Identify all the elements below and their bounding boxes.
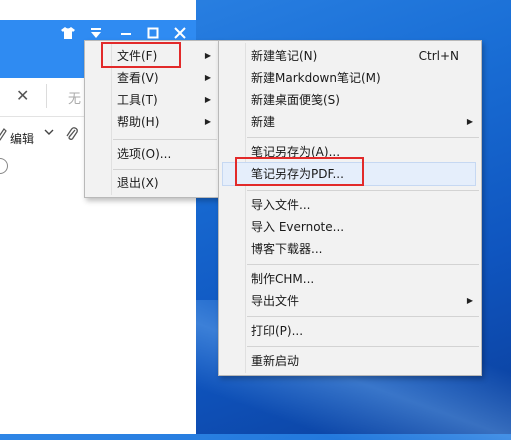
menu-item-make-chm[interactable]: 制作CHM...	[219, 268, 481, 290]
skin-shirt-icon[interactable]	[60, 25, 76, 41]
attachment-paperclip-icon[interactable]	[66, 126, 78, 146]
menu-separator	[113, 169, 217, 170]
menu-item-tools[interactable]: 工具(T) ▶	[85, 89, 219, 111]
menu-item-exit-label: 退出(X)	[117, 176, 159, 190]
menu-separator	[247, 137, 479, 138]
menu-separator	[247, 346, 479, 347]
import-file-label: 导入文件...	[251, 198, 311, 212]
new-markdown-note-label: 新建Markdown笔记(M)	[251, 71, 381, 85]
shortcut-label: Ctrl+N	[418, 49, 459, 63]
print-label: 打印(P)...	[251, 324, 304, 338]
menu-separator	[247, 264, 479, 265]
submenu-arrow-icon: ▶	[204, 51, 211, 60]
submenu-arrow-icon: ▶	[204, 117, 211, 126]
menu-item-export-file[interactable]: 导出文件 ▶	[219, 290, 481, 312]
menu-item-import-file[interactable]: 导入文件...	[219, 194, 481, 216]
menu-item-exit[interactable]: 退出(X)	[85, 172, 219, 194]
edit-dropdown-chevron-icon[interactable]	[44, 127, 54, 140]
edit-button[interactable]: 编辑	[10, 130, 34, 147]
submenu-arrow-icon: ▶	[204, 73, 211, 82]
submenu-arrow-icon: ▶	[466, 117, 473, 126]
make-chm-label: 制作CHM...	[251, 272, 315, 286]
edit-pencil-icon[interactable]	[0, 128, 7, 145]
menu-item-options-label: 选项(O)...	[117, 147, 172, 161]
menu-item-help[interactable]: 帮助(H) ▶	[85, 111, 219, 133]
submenu-arrow-icon: ▶	[466, 296, 473, 305]
menu-separator	[247, 316, 479, 317]
menu-dropdown-icon[interactable]	[88, 25, 104, 41]
tab-divider	[46, 84, 47, 108]
menu-separator	[247, 190, 479, 191]
minimize-icon[interactable]	[118, 25, 134, 41]
menu-item-tools-label: 工具(T)	[117, 93, 158, 107]
blog-downloader-label: 博客下载器...	[251, 242, 323, 256]
menu-item-new-desktop-sticky[interactable]: 新建桌面便笺(S)	[219, 89, 481, 111]
submenu-arrow-icon: ▶	[204, 95, 211, 104]
menu-item-restart[interactable]: 重新启动	[219, 350, 481, 372]
new-tab-label[interactable]: 无	[68, 88, 81, 107]
file-submenu: 新建笔记(N) Ctrl+N 新建Markdown笔记(M) 新建桌面便笺(S)…	[218, 40, 482, 376]
menu-item-blog-downloader[interactable]: 博客下载器...	[219, 238, 481, 260]
menu-item-new-markdown-note[interactable]: 新建Markdown笔记(M)	[219, 67, 481, 89]
menu-item-view[interactable]: 查看(V) ▶	[85, 67, 219, 89]
export-file-label: 导出文件	[251, 294, 300, 308]
annotation-highlight-save-pdf	[235, 157, 364, 186]
tab-close-icon[interactable]: ✕	[16, 86, 29, 105]
menu-item-help-label: 帮助(H)	[117, 115, 160, 129]
import-evernote-label: 导入 Evernote...	[251, 220, 345, 234]
menu-item-new[interactable]: 新建 ▶	[219, 111, 481, 133]
new-label: 新建	[251, 115, 276, 129]
restart-label: 重新启动	[251, 354, 300, 368]
menu-item-new-note[interactable]: 新建笔记(N) Ctrl+N	[219, 45, 481, 67]
menu-item-view-label: 查看(V)	[117, 71, 159, 85]
menu-item-import-evernote[interactable]: 导入 Evernote...	[219, 216, 481, 238]
new-note-label: 新建笔记(N)	[251, 49, 318, 63]
menu-separator	[113, 139, 217, 140]
info-circle-icon	[0, 158, 8, 174]
menu-item-options[interactable]: 选项(O)...	[85, 143, 219, 165]
close-icon[interactable]	[172, 25, 188, 41]
annotation-highlight-file	[101, 42, 181, 68]
menu-item-print[interactable]: 打印(P)...	[219, 320, 481, 342]
new-desktop-sticky-label: 新建桌面便笺(S)	[251, 93, 340, 107]
maximize-icon[interactable]	[145, 25, 161, 41]
